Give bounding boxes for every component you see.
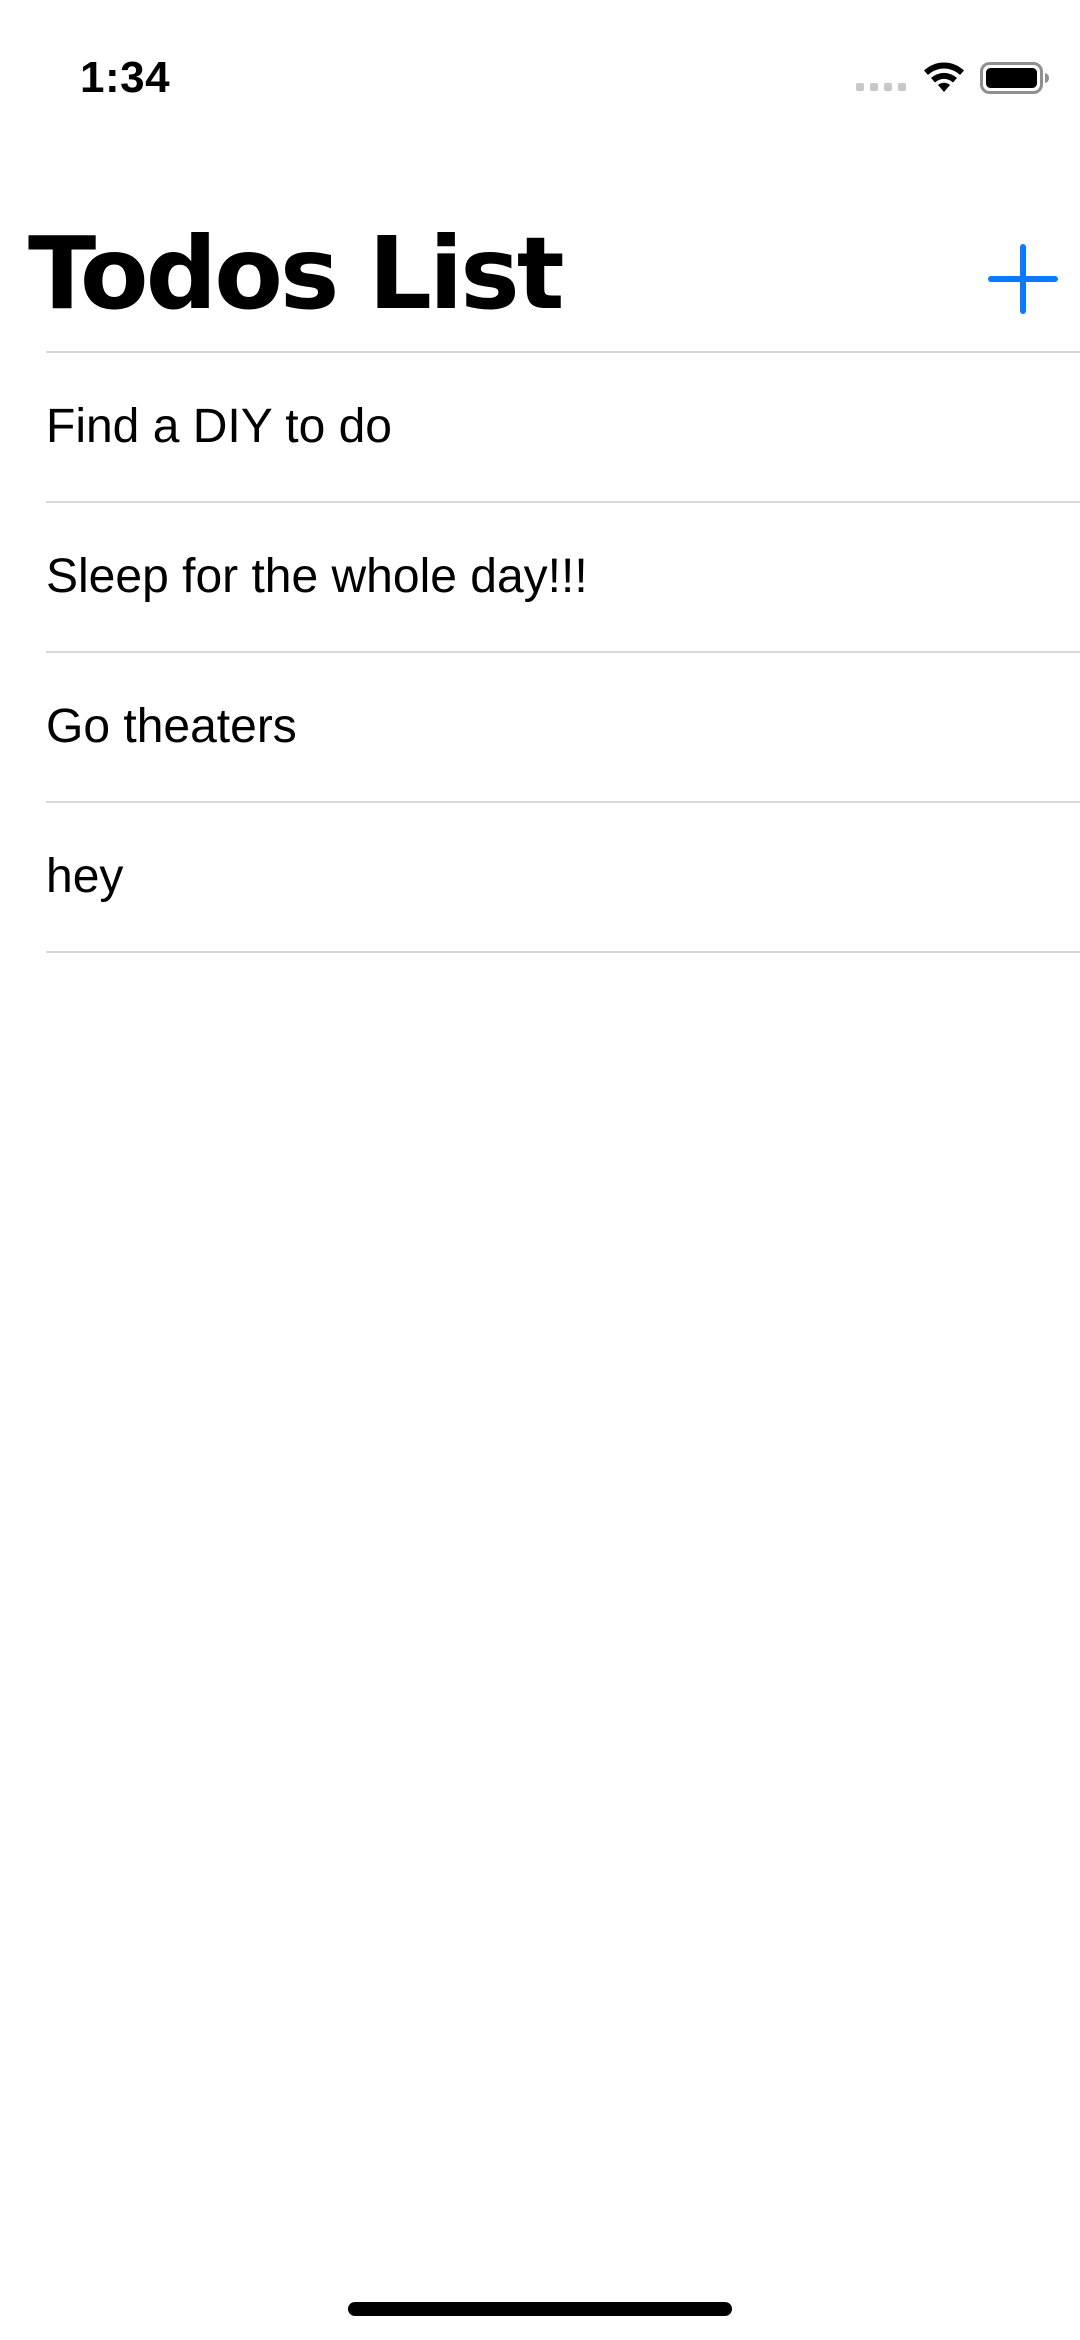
todo-list: Find a DIY to do Sleep for the whole day… <box>46 351 1080 953</box>
add-todo-button[interactable] <box>978 234 1068 324</box>
status-time: 1:34 <box>80 53 171 102</box>
cellular-signal-icon <box>856 83 906 91</box>
todo-list-item[interactable]: Sleep for the whole day!!! <box>46 503 1080 653</box>
todo-list-item[interactable]: Find a DIY to do <box>46 353 1080 503</box>
todo-list-item[interactable]: Go theaters <box>46 653 1080 803</box>
todo-item-label: Find a DIY to do <box>46 400 392 453</box>
todo-item-label: hey <box>46 850 124 903</box>
status-bar: 1:34 <box>0 0 1080 140</box>
todo-item-label: Sleep for the whole day!!! <box>46 550 588 603</box>
navigation-header: Todos List <box>0 140 1080 352</box>
page-title: Todos List <box>28 215 565 332</box>
todo-list-item[interactable]: hey <box>46 803 1080 953</box>
battery-icon <box>980 62 1049 94</box>
home-indicator[interactable] <box>348 2302 732 2316</box>
wifi-icon <box>924 62 964 92</box>
plus-icon <box>988 244 1058 314</box>
todo-item-label: Go theaters <box>46 700 297 753</box>
